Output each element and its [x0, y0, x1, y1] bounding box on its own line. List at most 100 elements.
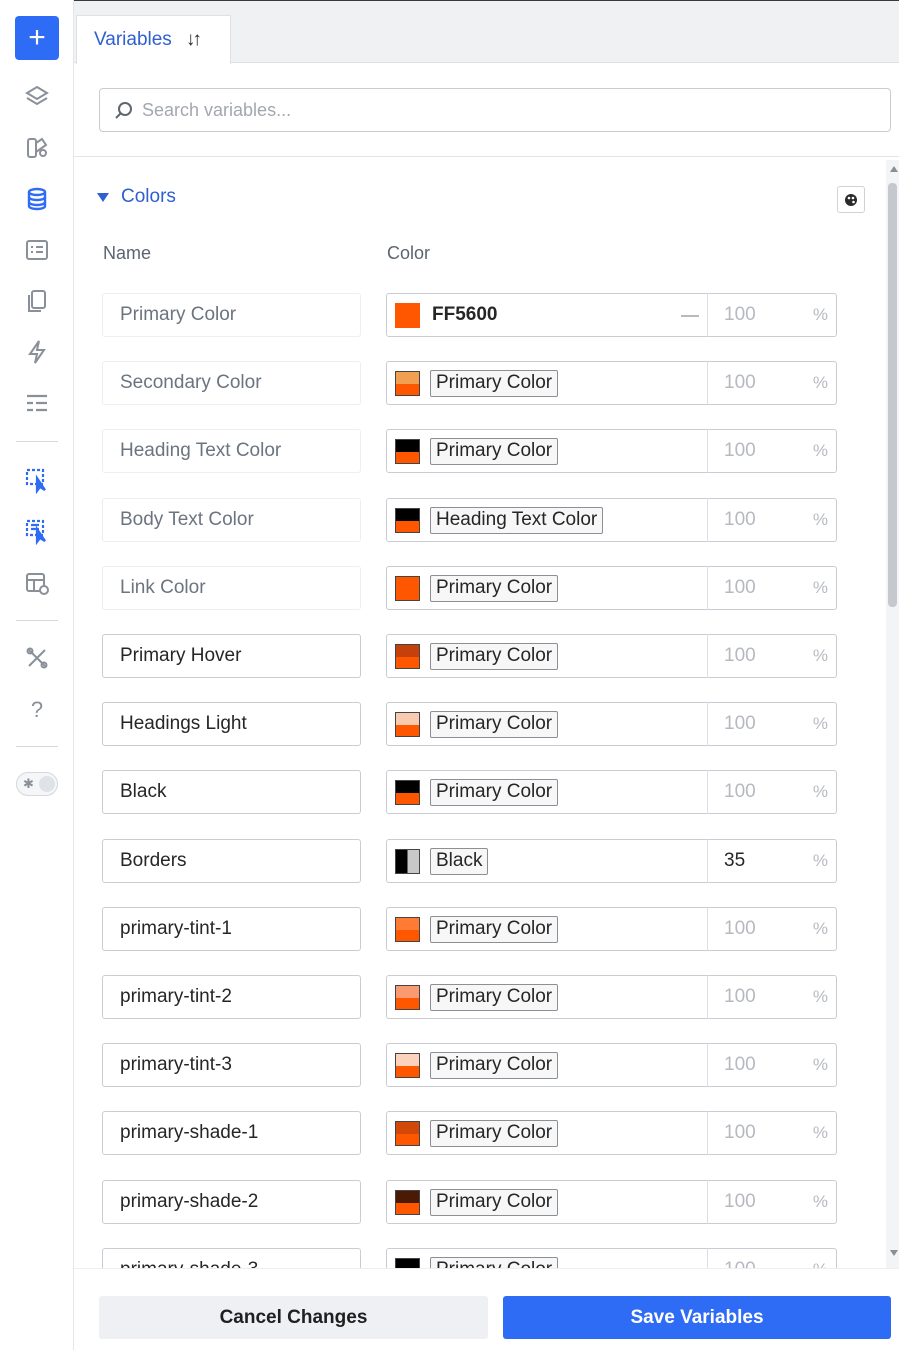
variable-reference-chip[interactable]: Primary Color — [430, 1119, 559, 1147]
form-icon[interactable] — [15, 228, 59, 272]
color-value-field[interactable]: Primary Color — [386, 975, 708, 1019]
variable-name-input[interactable]: Link Color — [102, 566, 361, 610]
variable-name-input[interactable]: Heading Text Color — [102, 429, 361, 473]
color-swatch[interactable] — [395, 1189, 420, 1215]
search-field[interactable] — [99, 88, 891, 132]
opacity-input[interactable]: 35% — [707, 839, 837, 883]
opacity-input[interactable]: 100% — [707, 634, 837, 678]
variable-reference-chip[interactable]: Primary Color — [430, 369, 559, 397]
variable-name-input[interactable]: Headings Light — [102, 702, 361, 746]
cursor-select-icon[interactable] — [15, 458, 59, 502]
opacity-input[interactable]: 100% — [707, 566, 837, 610]
scroll-up-icon[interactable] — [890, 166, 898, 172]
variable-name-input[interactable]: primary-shade-3 — [102, 1248, 361, 1268]
opacity-input[interactable]: 100% — [707, 1043, 837, 1087]
variable-reference-chip[interactable]: Primary Color — [430, 983, 559, 1011]
color-swatch[interactable] — [395, 1120, 420, 1146]
database-icon[interactable] — [15, 177, 59, 221]
color-value-field[interactable]: Primary Color — [386, 1111, 708, 1155]
color-value-field[interactable]: Black — [386, 839, 708, 883]
color-swatch[interactable] — [395, 916, 420, 942]
scroll-down-icon[interactable] — [890, 1250, 898, 1256]
variable-name-input[interactable]: Primary Hover — [102, 634, 361, 678]
help-icon[interactable]: ? — [15, 688, 59, 732]
color-value-field[interactable]: Primary Color — [386, 1248, 708, 1268]
tab-variables[interactable]: Variables ↓↑ — [76, 15, 231, 64]
cancel-button[interactable]: Cancel Changes — [99, 1296, 488, 1339]
color-value-field[interactable]: Primary Color — [386, 634, 708, 678]
color-value-field[interactable]: Heading Text Color — [386, 498, 708, 542]
variable-name-input[interactable]: Body Text Color — [102, 498, 361, 542]
color-swatch[interactable] — [395, 1257, 420, 1268]
opacity-input[interactable]: 100% — [707, 907, 837, 951]
variable-name-input[interactable]: primary-tint-3 — [102, 1043, 361, 1087]
variable-name-input[interactable]: Primary Color — [102, 293, 361, 337]
paint-icon[interactable] — [15, 126, 59, 170]
color-value-field[interactable]: Primary Color — [386, 361, 708, 405]
color-value-field[interactable]: FF5600 — [386, 293, 708, 337]
variable-reference-chip[interactable]: Primary Color — [430, 1256, 559, 1268]
opacity-input[interactable]: 100% — [707, 702, 837, 746]
save-button[interactable]: Save Variables — [503, 1296, 891, 1339]
palette-button[interactable] — [837, 186, 865, 213]
color-value-field[interactable]: Primary Color — [386, 1043, 708, 1087]
opacity-input[interactable]: 100% — [707, 1180, 837, 1224]
variable-reference-chip[interactable]: Primary Color — [430, 437, 559, 465]
variable-reference-chip[interactable]: Black — [430, 847, 489, 875]
opacity-input[interactable]: 100% — [707, 1248, 837, 1268]
tools-icon[interactable] — [15, 636, 59, 680]
color-value-field[interactable]: Primary Color — [386, 907, 708, 951]
variable-name-input[interactable]: Borders — [102, 839, 361, 883]
variable-reference-chip[interactable]: Primary Color — [430, 642, 559, 670]
color-value-field[interactable]: Primary Color — [386, 770, 708, 814]
variable-reference-chip[interactable]: Primary Color — [430, 915, 559, 943]
search-input[interactable] — [142, 99, 842, 121]
clear-icon[interactable] — [681, 315, 699, 317]
opacity-input[interactable]: 100% — [707, 429, 837, 473]
variable-reference-chip[interactable]: Heading Text Color — [430, 506, 604, 534]
color-swatch[interactable] — [395, 575, 420, 601]
theme-toggle[interactable]: ✱ — [16, 772, 58, 796]
color-swatch[interactable] — [395, 643, 420, 669]
opacity-input[interactable]: 100% — [707, 361, 837, 405]
opacity-input[interactable]: 100% — [707, 1111, 837, 1155]
variable-reference-chip[interactable]: Primary Color — [430, 1051, 559, 1079]
pages-icon[interactable] — [15, 279, 59, 323]
variable-reference-chip[interactable]: Primary Color — [430, 778, 559, 806]
layout-settings-icon[interactable] — [15, 561, 59, 605]
variable-name-input[interactable]: primary-tint-1 — [102, 907, 361, 951]
table-icon[interactable] — [15, 381, 59, 425]
variable-reference-chip[interactable]: Primary Color — [430, 710, 559, 738]
color-swatch[interactable] — [395, 848, 420, 874]
variable-reference-chip[interactable]: Primary Color — [430, 1188, 559, 1216]
scrollbar-thumb[interactable] — [888, 183, 897, 607]
variable-name-input[interactable]: primary-tint-2 — [102, 975, 361, 1019]
sort-icon[interactable]: ↓↑ — [186, 29, 202, 51]
color-swatch[interactable] — [395, 507, 420, 533]
colors-section-toggle[interactable]: Colors — [97, 186, 176, 208]
color-swatch[interactable] — [395, 370, 420, 396]
color-value-field[interactable]: Primary Color — [386, 429, 708, 473]
color-swatch[interactable] — [395, 302, 420, 328]
cursor-select-grid-icon[interactable] — [15, 509, 59, 553]
opacity-input[interactable]: 100% — [707, 293, 837, 337]
color-value-field[interactable]: Primary Color — [386, 566, 708, 610]
color-swatch[interactable] — [395, 984, 420, 1010]
color-value-field[interactable]: Primary Color — [386, 1180, 708, 1224]
variable-reference-chip[interactable]: Primary Color — [430, 574, 559, 602]
add-button[interactable]: + — [15, 16, 59, 60]
color-swatch[interactable] — [395, 779, 420, 805]
color-swatch[interactable] — [395, 1052, 420, 1078]
opacity-input[interactable]: 100% — [707, 975, 837, 1019]
variable-name-input[interactable]: primary-shade-1 — [102, 1111, 361, 1155]
variable-name-input[interactable]: Secondary Color — [102, 361, 361, 405]
layers-icon[interactable] — [15, 75, 59, 119]
variable-name-input[interactable]: primary-shade-2 — [102, 1180, 361, 1224]
color-swatch[interactable] — [395, 438, 420, 464]
opacity-input[interactable]: 100% — [707, 498, 837, 542]
color-swatch[interactable] — [395, 711, 420, 737]
lightning-icon[interactable] — [15, 330, 59, 374]
opacity-input[interactable]: 100% — [707, 770, 837, 814]
variable-name-input[interactable]: Black — [102, 770, 361, 814]
color-value-field[interactable]: Primary Color — [386, 702, 708, 746]
